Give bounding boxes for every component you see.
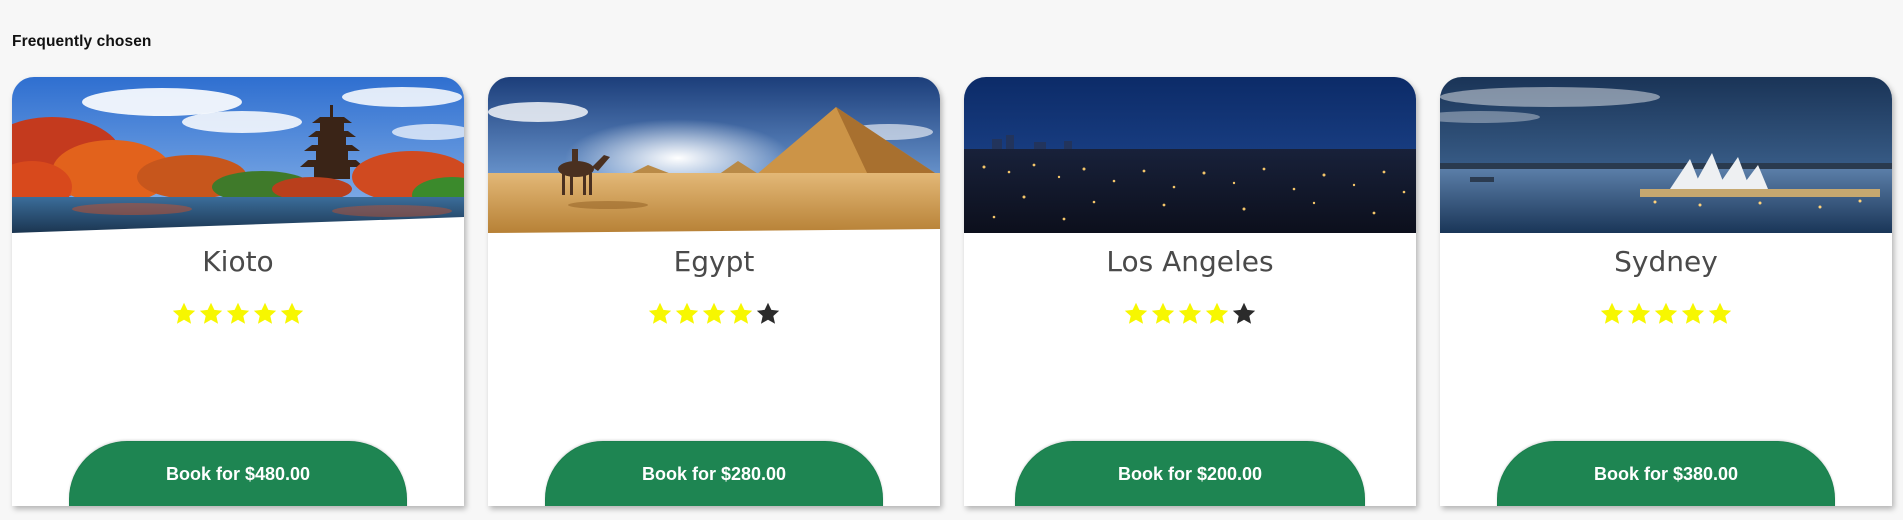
book-button[interactable]: Book for $380.00 xyxy=(1497,441,1835,506)
destination-name: Sydney xyxy=(1614,245,1718,278)
destination-card-kioto[interactable]: Kioto Book for $480.00 xyxy=(12,77,464,506)
star-filled-icon xyxy=(647,301,673,327)
star-rating xyxy=(488,301,940,331)
star-rating xyxy=(964,301,1416,331)
egypt-pyramids-camel-image xyxy=(488,77,940,233)
destination-name: Los Angeles xyxy=(1106,245,1274,278)
star-filled-icon xyxy=(198,301,224,327)
star-filled-icon xyxy=(701,301,727,327)
star-filled-icon xyxy=(225,301,251,327)
star-filled-icon xyxy=(1707,301,1733,327)
star-filled-icon xyxy=(1653,301,1679,327)
los-angeles-night-skyline-image xyxy=(964,77,1416,233)
book-button[interactable]: Book for $280.00 xyxy=(545,441,883,506)
sydney-opera-house-image xyxy=(1440,77,1892,233)
star-filled-icon xyxy=(1204,301,1230,327)
star-filled-icon xyxy=(728,301,754,327)
destination-name: Egypt xyxy=(673,245,755,278)
destination-card-los-angeles[interactable]: Los Angeles Book for $200.00 xyxy=(964,77,1416,506)
kyoto-pagoda-autumn-image xyxy=(12,77,464,233)
star-filled-icon xyxy=(674,301,700,327)
star-filled-icon xyxy=(1177,301,1203,327)
star-filled-icon xyxy=(1680,301,1706,327)
star-filled-icon xyxy=(279,301,305,327)
star-filled-icon xyxy=(1123,301,1149,327)
star-empty-icon xyxy=(755,301,781,327)
star-filled-icon xyxy=(252,301,278,327)
destination-card-sydney[interactable]: Sydney Book for $380.00 xyxy=(1440,77,1892,506)
star-rating xyxy=(1440,301,1892,331)
book-button[interactable]: Book for $200.00 xyxy=(1015,441,1365,506)
star-rating xyxy=(12,301,464,331)
destination-card-egypt[interactable]: Egypt Book for $280.00 xyxy=(488,77,940,506)
star-empty-icon xyxy=(1231,301,1257,327)
star-filled-icon xyxy=(1150,301,1176,327)
destination-name: Kioto xyxy=(202,245,274,278)
star-filled-icon xyxy=(171,301,197,327)
section-title: Frequently chosen xyxy=(12,33,152,50)
star-filled-icon xyxy=(1626,301,1652,327)
star-filled-icon xyxy=(1599,301,1625,327)
destination-cards: Kioto Book for $480.00 Egypt Book for $2… xyxy=(12,77,1892,506)
book-button[interactable]: Book for $480.00 xyxy=(69,441,407,506)
